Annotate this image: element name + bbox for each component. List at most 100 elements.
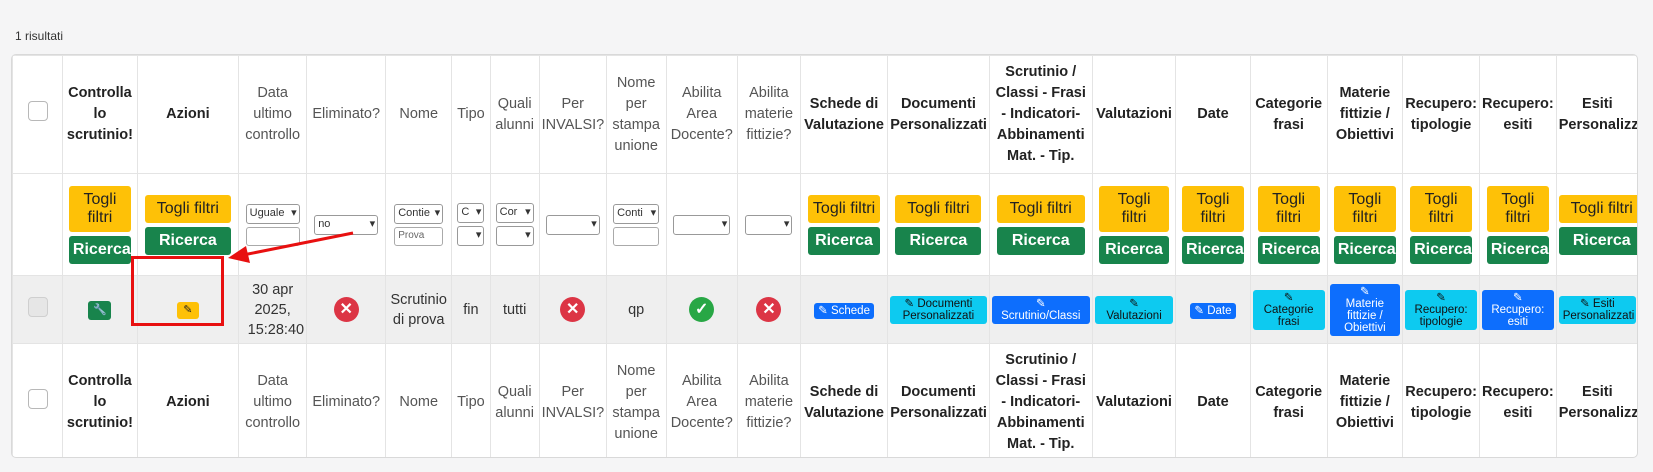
filter-nome: ContieProva: [385, 173, 453, 276]
nome-operator-select[interactable]: Contie: [394, 203, 444, 224]
tipo-value-select[interactable]: [457, 226, 485, 246]
materie-button[interactable]: ✎ Materie fittizie / Obiettivi: [1329, 283, 1401, 336]
select-all-checkbox[interactable]: [27, 101, 48, 121]
reset-filters-button[interactable]: Togli filtri: [1486, 185, 1549, 232]
edit-icon: ✎: [1513, 291, 1523, 304]
rec-tip-label: Recupero: tipologie: [1414, 303, 1468, 328]
search-button[interactable]: Ricerca: [1181, 235, 1244, 264]
eliminato-select[interactable]: no: [314, 214, 379, 235]
footer-col-18: Recupero: tipologie: [1402, 343, 1480, 457]
filter-controlla: Togli filtri Ricerca: [62, 173, 138, 276]
select-all-cell: [12, 343, 64, 457]
footer-col-13: Scrutinio / Classi - Frasi - Indicatori-…: [988, 343, 1093, 457]
filter-data: Uguale: [238, 173, 308, 276]
valutazioni-button[interactable]: ✎ Valutazioni: [1094, 295, 1174, 324]
area-docente-select[interactable]: [673, 214, 731, 235]
materie-select[interactable]: [745, 214, 793, 235]
search-button[interactable]: Ricerca: [1257, 235, 1320, 264]
filter-date: Togli filtri Ricerca: [1175, 173, 1251, 276]
x-icon: ✕: [756, 297, 782, 322]
reset-filters-button[interactable]: Togli filtri: [1099, 185, 1170, 232]
cell-date: ✎ Date: [1175, 275, 1251, 344]
categorie-label: Categorie frasi: [1263, 303, 1314, 328]
stampa-filter-input[interactable]: [613, 226, 660, 246]
search-button[interactable]: Ricerca: [895, 226, 982, 255]
schede-button[interactable]: ✎ Schede: [814, 302, 874, 319]
filter-schede: Togli filtri Ricerca: [799, 173, 889, 276]
reset-filters-button[interactable]: Togli filtri: [895, 194, 982, 223]
cell-esiti: ✎ Esiti Personalizzati: [1555, 275, 1637, 344]
quali-value-select[interactable]: [495, 226, 534, 246]
filter-materie: [736, 173, 801, 276]
footer-col-0: Controlla lo scrutinio!: [62, 343, 138, 457]
rec-esiti-label: Recupero: esiti: [1491, 303, 1545, 328]
select-all-cell: [12, 55, 64, 174]
cell-quali: tutti: [489, 275, 540, 344]
header-col-12: Documenti Personalizzati: [887, 55, 990, 174]
data-filter-input[interactable]: [245, 226, 300, 246]
esiti-button[interactable]: ✎ Esiti Personalizzati: [1558, 295, 1636, 324]
edit-icon: ✎: [1360, 285, 1370, 298]
row-checkbox[interactable]: [27, 297, 48, 317]
search-button[interactable]: Ricerca: [1558, 226, 1637, 255]
filter-rec-tip: Togli filtri Ricerca: [1402, 173, 1480, 276]
footer-col-10: Abilita materie fittizie?: [736, 343, 801, 457]
search-button[interactable]: Ricerca: [1486, 235, 1549, 264]
cell-nome: Scrutinio di prova: [385, 275, 453, 344]
stampa-value: qp: [628, 301, 645, 318]
row-select-cell: [12, 275, 64, 344]
stampa-operator-select[interactable]: Conti: [613, 203, 660, 224]
filter-rec-esiti: Togli filtri Ricerca: [1478, 173, 1557, 276]
documenti-button[interactable]: ✎ Documenti Personalizzati: [890, 295, 987, 324]
categorie-button[interactable]: ✎ Categorie frasi: [1252, 289, 1325, 330]
edit-icon[interactable]: ✎: [176, 302, 199, 319]
edit-icon: ✎: [818, 304, 831, 317]
tipo-operator-select[interactable]: C: [457, 203, 485, 223]
reset-filters-button[interactable]: Togli filtri: [996, 194, 1085, 223]
search-button[interactable]: Ricerca: [68, 235, 131, 264]
header-col-16: Categorie frasi: [1249, 55, 1328, 174]
data-operator-select[interactable]: Uguale: [245, 203, 300, 224]
header-col-4: Nome: [385, 55, 453, 174]
header-col-8: Nome per stampa unione: [605, 55, 667, 174]
results-table: Controlla lo scrutinio! Azioni Data ultimo…: [11, 54, 1638, 458]
search-button[interactable]: Ricerca: [144, 226, 231, 255]
reset-filters-button[interactable]: Togli filtri: [68, 185, 131, 232]
select-all-checkbox[interactable]: [27, 389, 48, 409]
invalsi-select[interactable]: [545, 214, 600, 235]
date-button[interactable]: ✎ Date: [1190, 302, 1236, 319]
filter-eliminato: no: [306, 173, 387, 276]
rec-esiti-button[interactable]: ✎ Recupero: esiti: [1481, 289, 1554, 330]
header-col-14: Valutazioni: [1091, 55, 1177, 174]
reset-filters-button[interactable]: Togli filtri: [1181, 185, 1244, 232]
cell-materie-fittizie: ✎ Materie fittizie / Obiettivi: [1326, 275, 1404, 344]
header-col-9: Abilita Area Docente?: [665, 55, 738, 174]
wrench-icon[interactable]: 🔧: [88, 300, 112, 320]
filter-invalsi: [538, 173, 607, 276]
header-row: Controlla lo scrutinio! Azioni Data ultimo…: [12, 55, 1637, 174]
cell-valutazioni: ✎ Valutazioni: [1091, 275, 1177, 344]
footer-col-20: Esiti Personalizzati: [1555, 343, 1637, 457]
search-button[interactable]: Ricerca: [808, 226, 881, 255]
reset-filters-button[interactable]: Togli filtri: [1410, 185, 1473, 232]
reset-filters-button[interactable]: Togli filtri: [144, 194, 231, 223]
scrutinio-button[interactable]: ✎ Scrutinio/Classi: [991, 295, 1090, 324]
filter-tipo: C: [451, 173, 491, 276]
footer-col-4: Nome: [385, 343, 453, 457]
search-button[interactable]: Ricerca: [1333, 235, 1396, 264]
filter-scrutinio: Togli filtri Ricerca: [988, 173, 1093, 276]
footer-col-6: Quali alunni: [489, 343, 540, 457]
reset-filters-button[interactable]: Togli filtri: [808, 194, 881, 223]
x-icon: ✕: [333, 297, 359, 322]
search-button[interactable]: Ricerca: [1099, 235, 1170, 264]
reset-filters-button[interactable]: Togli filtri: [1257, 185, 1320, 232]
search-button[interactable]: Ricerca: [1410, 235, 1473, 264]
nome-filter-input[interactable]: Prova: [394, 226, 444, 246]
header-col-6: Quali alunni: [489, 55, 540, 174]
rec-tip-button[interactable]: ✎ Recupero: tipologie: [1405, 289, 1477, 330]
quali-operator-select[interactable]: Cor: [495, 203, 534, 223]
reset-filters-button[interactable]: Togli filtri: [1558, 194, 1637, 223]
header-col-19: Recupero: esiti: [1478, 55, 1557, 174]
search-button[interactable]: Ricerca: [996, 226, 1085, 255]
reset-filters-button[interactable]: Togli filtri: [1333, 185, 1396, 232]
